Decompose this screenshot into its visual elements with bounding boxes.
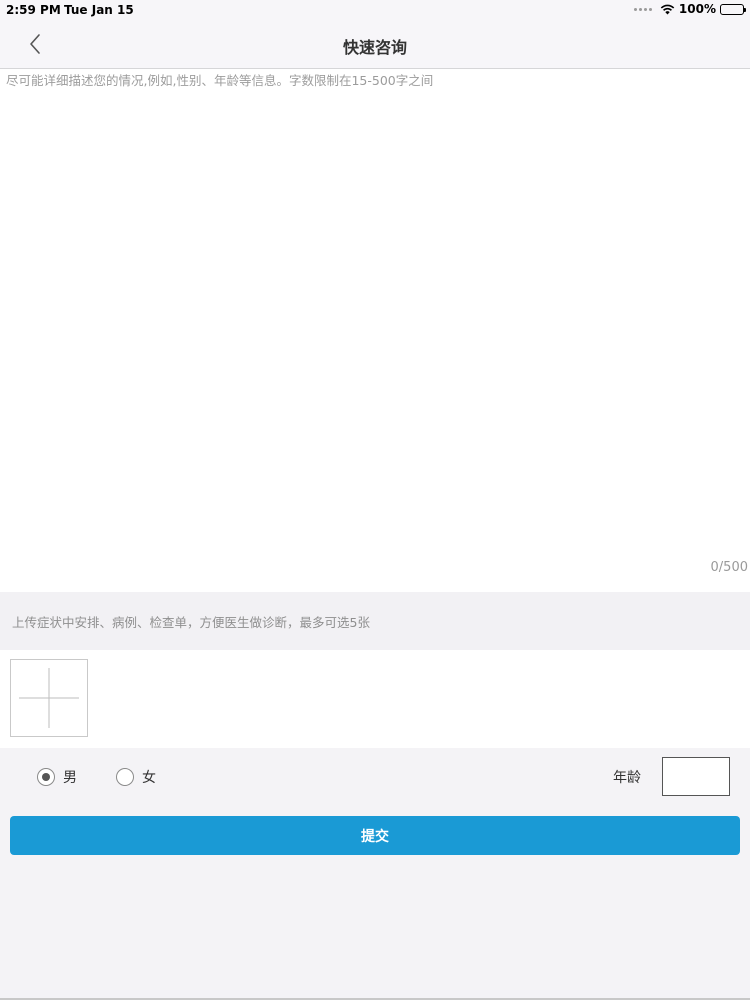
gender-male-label: 男	[63, 770, 77, 786]
submit-button[interactable]: 提交	[10, 816, 740, 855]
gender-female-radio[interactable]: 女	[116, 767, 156, 787]
gender-female-label: 女	[142, 770, 156, 786]
radio-checked-icon	[37, 768, 55, 786]
age-input[interactable]	[662, 757, 730, 796]
photo-upload-section	[0, 650, 750, 748]
description-section: 0/500	[0, 69, 750, 592]
cellular-signal-icon	[633, 7, 652, 11]
plus-icon	[19, 668, 79, 728]
status-indicators: 100%	[633, 2, 746, 16]
status-date: Tue Jan 15	[64, 3, 134, 17]
upload-hint-text: 上传症状中安排、病例、检查单，方便医生做诊断，最多可选5张	[12, 615, 370, 630]
battery-percent: 100%	[678, 2, 716, 16]
page-title: 快速咨询	[342, 38, 407, 57]
upload-hint-bar: 上传症状中安排、病例、检查单，方便医生做诊断，最多可选5张	[0, 592, 750, 650]
status-bar: 2:59 PM Tue Jan 15 100%	[0, 0, 750, 20]
description-textarea[interactable]	[6, 73, 746, 553]
add-photo-button[interactable]	[10, 659, 88, 737]
age-label: 年龄	[613, 770, 641, 786]
radio-unchecked-icon	[116, 768, 134, 786]
wifi-icon	[660, 4, 675, 14]
patient-info-row: 男 女 年龄	[0, 748, 750, 806]
gender-male-radio[interactable]: 男	[37, 767, 77, 787]
battery-icon	[720, 3, 746, 15]
status-time: 2:59 PM	[6, 3, 61, 17]
char-counter: 0/500	[710, 560, 748, 575]
navigation-bar: 快速咨询	[0, 20, 750, 69]
